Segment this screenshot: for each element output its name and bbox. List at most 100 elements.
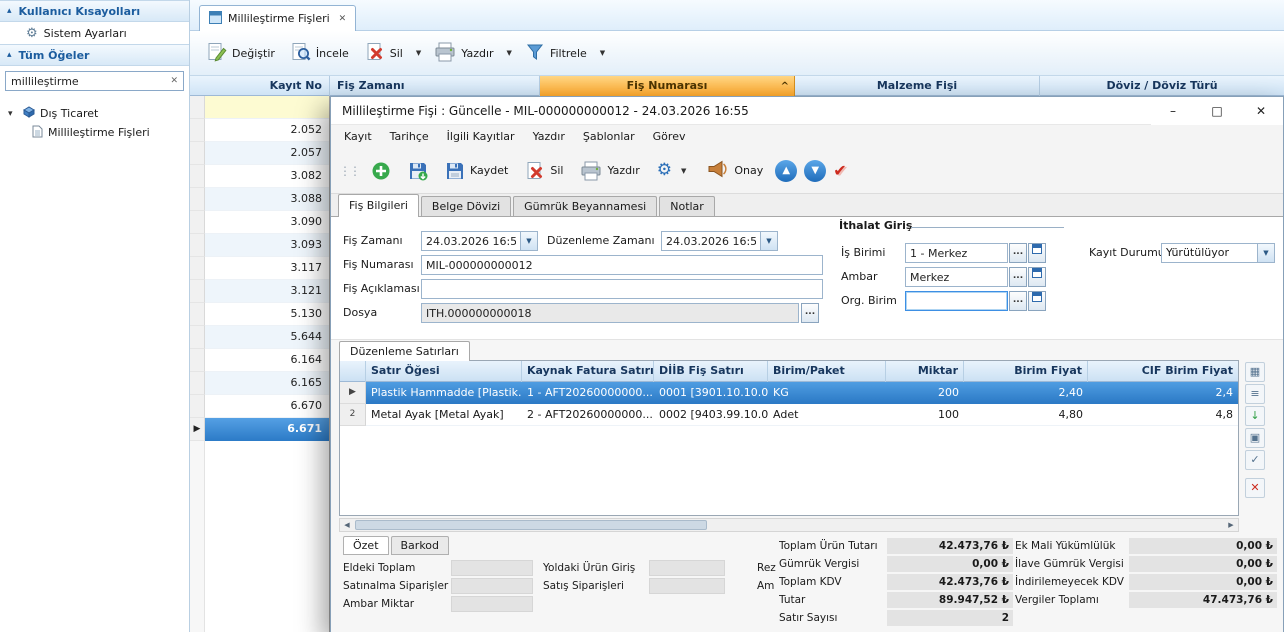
column-header-doviz[interactable]: Döviz / Döviz Türü bbox=[1040, 76, 1284, 96]
menu-sablonlar[interactable]: Şablonlar bbox=[574, 126, 644, 147]
ambar-input[interactable] bbox=[906, 268, 1007, 286]
menu-kayit[interactable]: Kayıt bbox=[335, 126, 381, 147]
dialog-sil-button[interactable]: Sil bbox=[520, 157, 568, 185]
record-row[interactable]: 6.165 bbox=[190, 372, 329, 395]
kayit-no-cell[interactable]: 2.052 bbox=[205, 119, 329, 142]
ambar-browse-button[interactable]: ... bbox=[1009, 267, 1027, 287]
birim-cell[interactable]: KG bbox=[768, 382, 886, 404]
column-header-kaynak-fatura[interactable]: Kaynak Fatura Satırı bbox=[522, 361, 654, 382]
birim-fiyat-cell[interactable]: 2,40 bbox=[964, 382, 1088, 404]
kayit-no-cell[interactable]: 6.671 bbox=[205, 418, 329, 441]
column-header-cif[interactable]: CIF Birim Fiyat bbox=[1088, 361, 1238, 382]
delete-line-button[interactable]: ✕ bbox=[1245, 478, 1265, 498]
record-row[interactable]: 3.090 bbox=[190, 211, 329, 234]
cif-cell[interactable]: 2,4 bbox=[1088, 382, 1238, 404]
line-row[interactable]: Metal Ayak [Metal Ayak] 2 - AFT202600000… bbox=[340, 404, 1238, 426]
row-selector[interactable] bbox=[190, 96, 205, 119]
row-selector[interactable] bbox=[190, 234, 205, 257]
settings-gear-button[interactable]: ⚙ ▼ bbox=[652, 158, 696, 184]
tree-node-dis-ticaret[interactable]: ▾ Dış Ticaret bbox=[0, 104, 189, 123]
kayit-no-cell[interactable]: 3.121 bbox=[205, 280, 329, 303]
duzenleme-zamani-field[interactable]: ▼ bbox=[661, 231, 778, 251]
date-dropdown-icon[interactable]: ▼ bbox=[520, 232, 537, 250]
tab-barkod[interactable]: Barkod bbox=[391, 536, 450, 555]
column-header-satir-ogesi[interactable]: Satır Öğesi bbox=[366, 361, 522, 382]
kayit-no-cell[interactable]: 6.164 bbox=[205, 349, 329, 372]
fis-zamani-input[interactable] bbox=[422, 232, 520, 250]
cif-cell[interactable]: 4,8 bbox=[1088, 404, 1238, 426]
yazdir-dropdown-icon[interactable]: ▼ bbox=[503, 44, 516, 62]
kayit-no-cell[interactable]: 6.670 bbox=[205, 395, 329, 418]
dosya-input[interactable] bbox=[422, 304, 798, 322]
kayit-durumu-select[interactable]: Yürütülüyor ▼ bbox=[1161, 243, 1275, 263]
column-header-malzeme-fisi[interactable]: Malzeme Fişi bbox=[795, 76, 1040, 96]
column-header-diib[interactable]: DİİB Fiş Satırı bbox=[654, 361, 768, 382]
row-selector[interactable] bbox=[190, 211, 205, 234]
record-row[interactable]: 5.130 bbox=[190, 303, 329, 326]
dosya-field[interactable] bbox=[421, 303, 799, 323]
sil-button[interactable]: Sil bbox=[358, 37, 410, 70]
row-selector[interactable] bbox=[190, 165, 205, 188]
row-selector[interactable] bbox=[190, 119, 205, 142]
record-row[interactable]: 3.082 bbox=[190, 165, 329, 188]
degistir-button[interactable]: Değiştir bbox=[200, 37, 282, 70]
tab-ozet[interactable]: Özet bbox=[343, 536, 389, 555]
record-row[interactable]: 3.121 bbox=[190, 280, 329, 303]
record-row[interactable]: 3.117 bbox=[190, 257, 329, 280]
record-row[interactable]: 2.057 bbox=[190, 142, 329, 165]
record-row[interactable]: 6.164 bbox=[190, 349, 329, 372]
diib-cell[interactable]: 0001 [3901.10.10.00.... bbox=[654, 382, 768, 404]
next-record-button[interactable]: ▼ bbox=[804, 160, 826, 182]
dosya-browse-button[interactable]: ... bbox=[801, 303, 819, 323]
org-birim-field[interactable] bbox=[905, 291, 1008, 311]
row-selector[interactable] bbox=[190, 326, 205, 349]
kayit-no-cell[interactable]: 5.130 bbox=[205, 303, 329, 326]
menu-gorev[interactable]: Görev bbox=[644, 126, 695, 147]
shortcuts-panel-header[interactable]: ▴ Kullanıcı Kısayolları bbox=[0, 0, 189, 22]
date-dropdown-icon[interactable]: ▼ bbox=[760, 232, 777, 250]
line-tool-grid-icon[interactable]: ▦ bbox=[1245, 362, 1265, 382]
current-row-marker-icon[interactable]: ▶ bbox=[190, 418, 205, 441]
save-and-new-button[interactable] bbox=[403, 157, 433, 185]
approve-check-icon[interactable]: ✔ bbox=[833, 161, 846, 180]
kayit-no-cell[interactable]: 6.165 bbox=[205, 372, 329, 395]
horizontal-scrollbar[interactable]: ◀ ▶ bbox=[339, 518, 1239, 532]
onay-button[interactable]: Onay bbox=[702, 156, 768, 185]
fis-zamani-field[interactable]: ▼ bbox=[421, 231, 538, 251]
line-tool-check-icon[interactable]: ✓ bbox=[1245, 450, 1265, 470]
column-header-kayit-no[interactable]: Kayıt No bbox=[190, 76, 330, 96]
kaynak-fatura-cell[interactable]: 2 - AFT20260000000... bbox=[522, 404, 654, 426]
kayit-no-cell[interactable]: 5.644 bbox=[205, 326, 329, 349]
kayit-no-cell[interactable]: 3.088 bbox=[205, 188, 329, 211]
is-birimi-browse-button[interactable]: ... bbox=[1009, 243, 1027, 263]
filtrele-button[interactable]: Filtrele bbox=[518, 37, 594, 70]
ambar-picker-button[interactable] bbox=[1028, 267, 1046, 287]
line-tool-detail-icon[interactable]: ▣ bbox=[1245, 428, 1265, 448]
row-selector[interactable] bbox=[190, 395, 205, 418]
ambar-field[interactable] bbox=[905, 267, 1008, 287]
line-tool-list-icon[interactable]: ≡ bbox=[1245, 384, 1265, 404]
tab-gumruk-beyannamesi[interactable]: Gümrük Beyannamesi bbox=[513, 196, 657, 216]
kayit-no-cell[interactable]: 3.093 bbox=[205, 234, 329, 257]
fis-aciklamasi-input[interactable] bbox=[422, 280, 822, 298]
kaynak-fatura-cell[interactable]: 1 - AFT20260000000... bbox=[522, 382, 654, 404]
row-selector[interactable] bbox=[190, 303, 205, 326]
new-record-button[interactable] bbox=[366, 157, 396, 185]
birim-fiyat-cell[interactable]: 4,80 bbox=[964, 404, 1088, 426]
line-row-selected[interactable]: Plastik Hammadde [Plastik... 1 - AFT2026… bbox=[340, 382, 1238, 404]
row-selector[interactable] bbox=[190, 257, 205, 280]
kayit-no-cell[interactable]: 3.090 bbox=[205, 211, 329, 234]
tab-belge-dovizi[interactable]: Belge Dövizi bbox=[421, 196, 511, 216]
chevron-down-icon[interactable]: ▼ bbox=[1257, 244, 1274, 262]
previous-record-button[interactable]: ▲ bbox=[775, 160, 797, 182]
tab-notlar[interactable]: Notlar bbox=[659, 196, 715, 216]
org-birim-input[interactable] bbox=[906, 292, 1007, 310]
row-selector[interactable] bbox=[190, 188, 205, 211]
is-birimi-picker-button[interactable] bbox=[1028, 243, 1046, 263]
sil-dropdown-icon[interactable]: ▼ bbox=[412, 44, 425, 62]
duzenleme-zamani-input[interactable] bbox=[662, 232, 760, 250]
menu-ilgili-kayitlar[interactable]: İlgili Kayıtlar bbox=[438, 126, 524, 147]
row-selector[interactable] bbox=[190, 372, 205, 395]
empty-top-row[interactable] bbox=[190, 96, 329, 119]
satir-ogesi-cell[interactable]: Plastik Hammadde [Plastik... bbox=[366, 382, 522, 404]
